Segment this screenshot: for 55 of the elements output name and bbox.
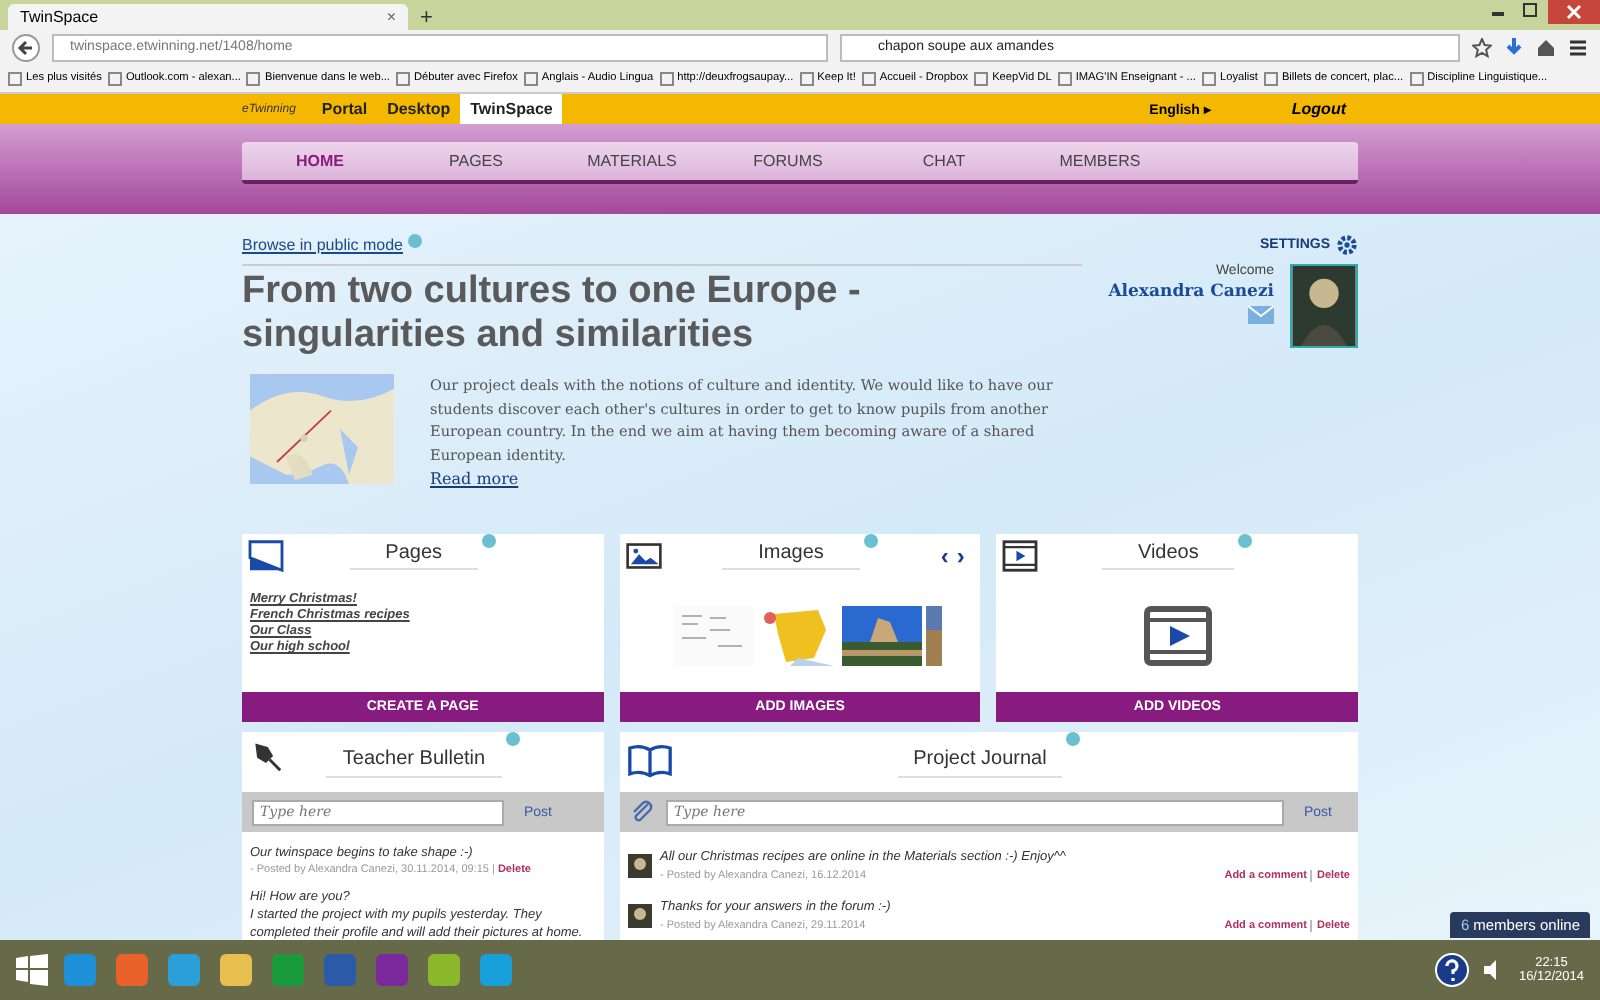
pin-icon — [250, 740, 282, 772]
read-more-link[interactable]: Read more — [430, 470, 519, 488]
info-icon[interactable] — [1238, 534, 1253, 548]
nav-tab[interactable]: CHAT — [866, 152, 1022, 170]
info-icon[interactable] — [863, 534, 878, 548]
nav-tab[interactable]: PAGES — [398, 152, 554, 170]
star-icon[interactable] — [1472, 37, 1492, 57]
mail-icon[interactable] — [1248, 306, 1274, 324]
windows-icon[interactable] — [16, 954, 48, 986]
info-icon[interactable] — [1066, 732, 1081, 746]
project-title: From two cultures to one Europe - singularities and similarities — [242, 264, 1082, 358]
user-name-link[interactable]: Alexandra Canezi — [1108, 282, 1274, 302]
nav-tab[interactable]: MEMBERS — [1022, 152, 1178, 170]
logout-link[interactable]: Logout — [1291, 100, 1346, 118]
app-icon[interactable] — [60, 950, 100, 990]
info-icon[interactable] — [505, 732, 520, 746]
settings-icon[interactable] — [1336, 234, 1358, 256]
help-icon[interactable] — [1434, 952, 1471, 988]
nav-tab[interactable]: HOME — [242, 152, 398, 170]
previous-button[interactable]: ‹ — [940, 546, 949, 566]
page-icon — [248, 540, 284, 572]
nav-tab[interactable]: FORUMS — [710, 152, 866, 170]
close-icon[interactable] — [1548, 0, 1600, 24]
app-icon[interactable] — [268, 950, 308, 990]
app-icon[interactable] — [216, 950, 256, 990]
panel-title: Project Journal — [897, 747, 1063, 777]
card-title: Pages — [349, 542, 479, 570]
new-tab-button[interactable]: + — [408, 6, 445, 30]
paperclip-icon[interactable] — [630, 800, 654, 824]
nav-tab[interactable]: MATERIALS — [554, 152, 710, 170]
app-icon[interactable] — [112, 950, 152, 990]
download-icon[interactable] — [1504, 37, 1524, 57]
app-icon[interactable] — [164, 950, 204, 990]
info-icon[interactable] — [408, 234, 423, 248]
info-icon[interactable] — [482, 534, 497, 548]
home-icon[interactable] — [1536, 37, 1556, 57]
image-icon — [625, 540, 662, 572]
card-title: Images — [722, 542, 860, 570]
panel-title: Teacher Bulletin — [326, 747, 502, 777]
top-nav-link[interactable]: Desktop — [377, 94, 461, 124]
top-nav-link[interactable]: Portal — [311, 94, 378, 124]
close-tab-button[interactable]: × — [386, 8, 396, 26]
film-icon — [1143, 605, 1212, 665]
back-icon[interactable] — [12, 33, 40, 61]
top-nav-link[interactable]: TwinSpace — [460, 94, 563, 124]
next-button[interactable]: › — [956, 546, 965, 566]
app-icon[interactable] — [424, 950, 464, 990]
public-mode-link[interactable]: Browse in public mode — [242, 236, 403, 254]
app-icon[interactable] — [372, 950, 412, 990]
menu-icon[interactable] — [1568, 37, 1588, 57]
app-icon[interactable] — [476, 950, 516, 990]
film-icon — [1002, 540, 1039, 572]
book-icon — [628, 744, 672, 778]
browser-tab[interactable]: TwinSpace × — [8, 4, 408, 30]
card-title: Videos — [1101, 542, 1235, 570]
